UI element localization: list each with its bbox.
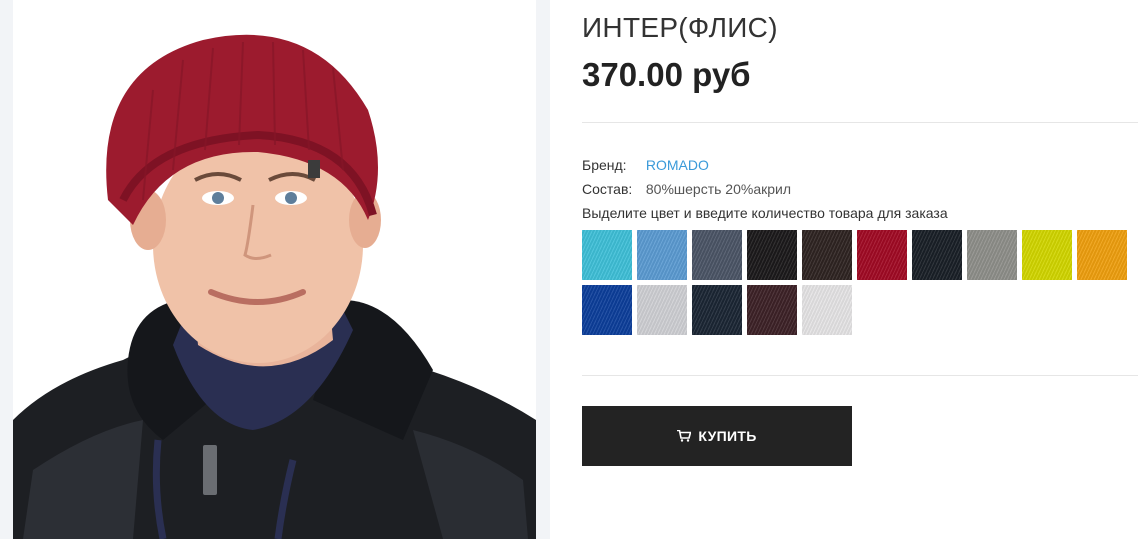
color-hint: Выделите цвет и введите количество товар… (582, 205, 948, 221)
brand-label: Бренд: (582, 157, 627, 173)
product-image[interactable] (13, 0, 536, 539)
product-price: 370.00 руб (582, 56, 751, 93)
color-swatch-navy-black[interactable] (912, 230, 962, 280)
color-swatch-sky-blue[interactable] (637, 230, 687, 280)
composition-label: Состав: (582, 181, 633, 197)
color-swatch-black[interactable] (747, 230, 797, 280)
color-swatch-turquoise[interactable] (582, 230, 632, 280)
color-swatch-royal-blue[interactable] (582, 285, 632, 335)
photo-left-border (0, 0, 13, 539)
product-title: ИНТЕР(ФЛИС) (582, 12, 778, 43)
color-swatch-light-gray[interactable] (637, 285, 687, 335)
composition-value: 80%шерсть 20%акрил (645, 181, 792, 197)
color-swatch-lime-yellow[interactable] (1022, 230, 1072, 280)
photo-right-border (536, 0, 550, 539)
cart-icon (677, 430, 692, 442)
composition-row: Состав: 80%шерсть 20%акрил (582, 181, 791, 197)
product-photo-illustration (13, 0, 536, 539)
color-swatch-gray[interactable] (967, 230, 1017, 280)
divider-bottom (582, 375, 1138, 376)
brand-row: Бренд: ROMADO (582, 157, 709, 173)
color-swatch-plum[interactable] (747, 285, 797, 335)
divider-top (582, 122, 1138, 123)
color-swatch-dark-navy[interactable] (692, 285, 742, 335)
color-swatch-burgundy[interactable] (857, 230, 907, 280)
color-swatch-slate-gray[interactable] (692, 230, 742, 280)
color-swatch-dark-brown[interactable] (802, 230, 852, 280)
color-swatch-orange[interactable] (1077, 230, 1127, 280)
color-swatch-off-white[interactable] (802, 285, 852, 335)
brand-link[interactable]: ROMADO (646, 157, 709, 173)
buy-button-label: КУПИТЬ (698, 428, 757, 444)
buy-button[interactable]: КУПИТЬ (582, 406, 852, 466)
